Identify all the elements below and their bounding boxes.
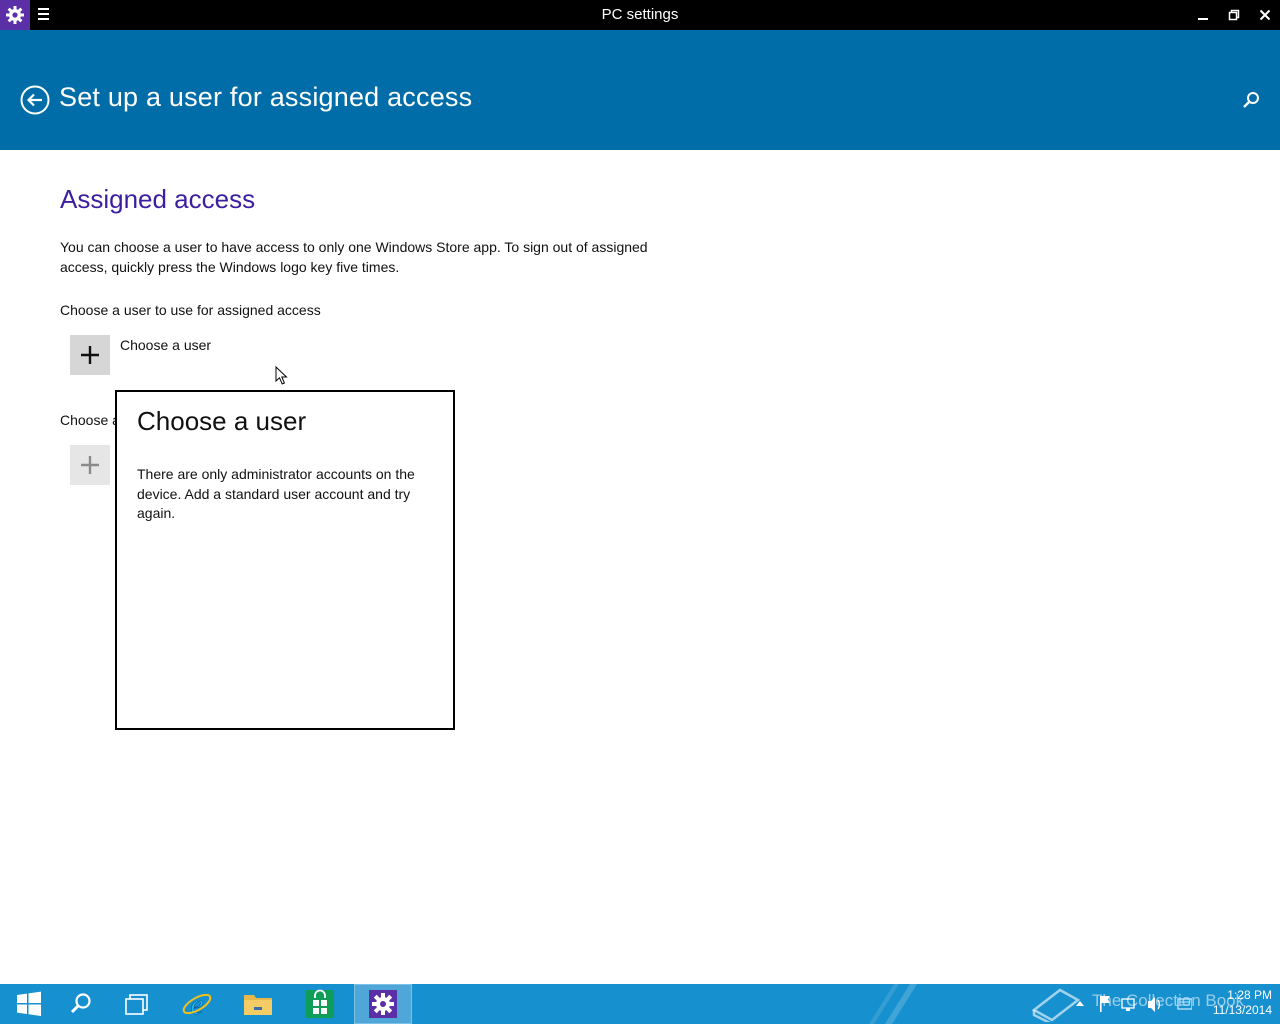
back-button[interactable] <box>20 85 50 115</box>
search-taskbar-button[interactable] <box>52 984 110 1024</box>
choose-app-label: Choose a <box>60 412 120 428</box>
internet-explorer-icon: e <box>182 988 212 1020</box>
show-hidden-icons-icon[interactable] <box>1076 1001 1084 1006</box>
task-view-button[interactable] <box>108 984 166 1024</box>
file-explorer-button[interactable] <box>229 984 287 1024</box>
keyboard-icon[interactable] <box>1177 998 1193 1010</box>
section-title: Assigned access <box>60 184 256 214</box>
assigned-access-description: You can choose a user to have access to … <box>60 239 648 275</box>
start-icon <box>17 991 41 1016</box>
plus-icon <box>81 346 99 364</box>
search-icon <box>1243 92 1259 108</box>
choose-app-add-button <box>70 445 110 485</box>
system-clock[interactable]: 1:28 PM 11/13/2014 <box>1192 988 1272 1018</box>
system-tray <box>1072 984 1193 1024</box>
start-button[interactable] <box>0 984 58 1024</box>
page-title: Set up a user for assigned access <box>59 82 473 112</box>
search-icon <box>70 993 91 1014</box>
choose-user-add-button[interactable] <box>70 335 110 375</box>
mouse-cursor-icon <box>275 366 288 385</box>
title-bar: PC settings <box>0 0 1280 30</box>
clock-time: 1:28 PM <box>1227 988 1272 1002</box>
settings-taskbar-button[interactable] <box>354 984 412 1024</box>
volume-icon[interactable] <box>1148 997 1161 1012</box>
svg-text:e: e <box>190 988 203 1020</box>
taskbar: e The Collection Book 1:28 PM 11/13/2014 <box>0 984 1280 1024</box>
page-header: Set up a user for assigned access <box>0 30 1280 150</box>
back-arrow-icon <box>20 85 50 115</box>
flyout-message: There are only administrator accounts on… <box>137 466 415 521</box>
plus-icon <box>81 456 99 474</box>
internet-explorer-button[interactable]: e <box>168 984 226 1024</box>
store-icon <box>306 989 334 1018</box>
search-button[interactable] <box>1240 90 1262 112</box>
file-explorer-icon <box>244 995 272 1015</box>
close-button[interactable] <box>1250 0 1280 30</box>
minimize-button[interactable] <box>1188 0 1218 30</box>
choose-user-flyout: Choose a user There are only administrat… <box>115 390 455 730</box>
flyout-title: Choose a user <box>137 406 307 436</box>
choose-user-label: Choose a user to use for assigned access <box>60 302 321 318</box>
window-title: PC settings <box>601 6 679 23</box>
task-view-icon <box>125 994 148 1015</box>
taskbar-decoration <box>869 984 917 1024</box>
restore-button[interactable] <box>1219 0 1249 30</box>
choose-user-button-label[interactable]: Choose a user <box>120 337 211 353</box>
action-center-flag-icon[interactable] <box>1100 996 1110 1012</box>
clock-date: 11/13/2014 <box>1212 1003 1272 1017</box>
settings-icon <box>369 990 397 1018</box>
store-button[interactable] <box>291 984 349 1024</box>
network-icon[interactable] <box>1121 998 1135 1011</box>
